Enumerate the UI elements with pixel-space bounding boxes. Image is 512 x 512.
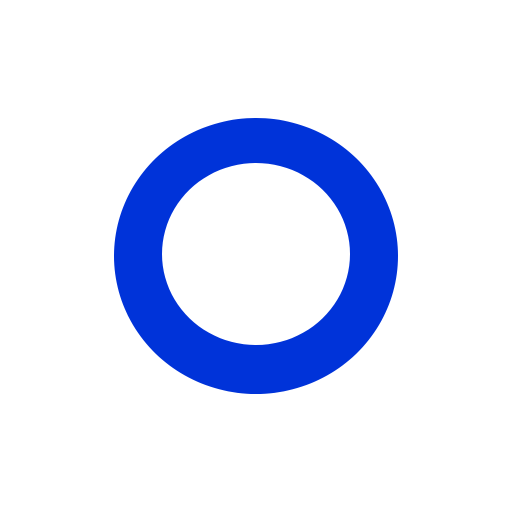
ring-shape	[113, 118, 398, 395]
app-icon-canvas	[0, 0, 512, 512]
ring-icon	[113, 118, 398, 395]
